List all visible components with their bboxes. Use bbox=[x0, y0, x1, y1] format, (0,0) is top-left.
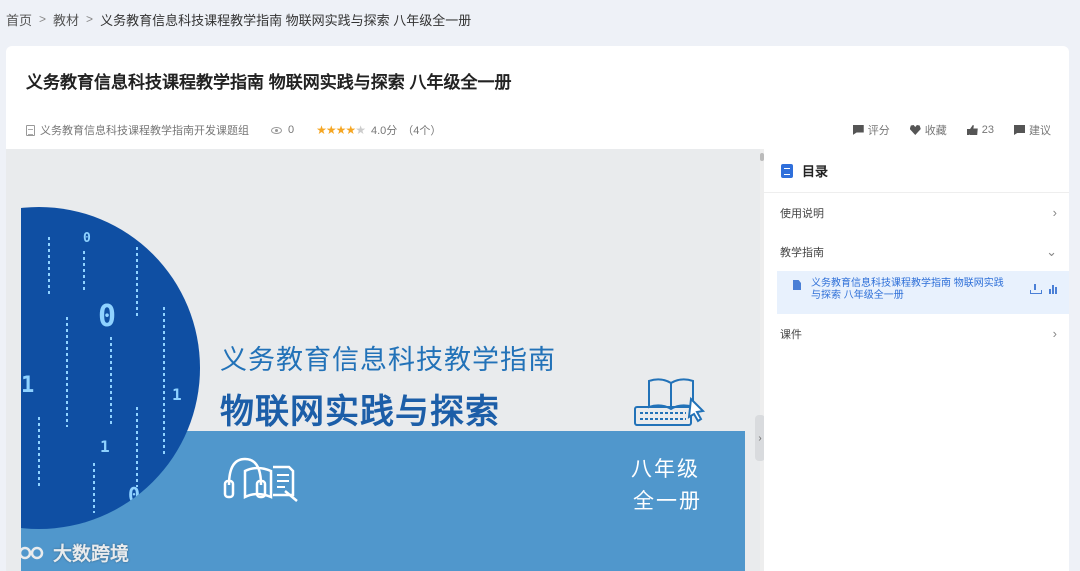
chevron-down-icon: ⌄ bbox=[1046, 243, 1057, 259]
toc-item-label: 教学指南 bbox=[780, 246, 824, 259]
dotted-line bbox=[93, 463, 95, 513]
download-icon[interactable] bbox=[1030, 284, 1042, 294]
meta-row: 义务教育信息科技课程教学指南开发课题组 0 ★ ★ ★ ★ ★ 4.0分 （4个… bbox=[26, 122, 1051, 138]
cover-grade: 八年级 bbox=[631, 458, 700, 481]
favorite-label: 收藏 bbox=[924, 125, 947, 137]
eye-icon bbox=[271, 126, 282, 134]
toc-item-label: 使用说明 bbox=[780, 207, 824, 220]
dotted-line bbox=[110, 337, 112, 427]
binary-digit: 1 bbox=[100, 437, 110, 456]
dotted-line bbox=[136, 247, 138, 317]
toc-item-courseware[interactable]: 课件 › bbox=[764, 314, 1069, 353]
breadcrumb-current: 义务教育信息科技课程教学指南 物联网实践与探索 八年级全一册 bbox=[100, 12, 472, 28]
book-cover: 0 0 1 1 1 0 1 义务教育信息科技教学指南 物联网实践与探索 八年级 … bbox=[21, 149, 745, 571]
author-doc-icon bbox=[26, 124, 35, 136]
cover-volume: 全一册 bbox=[633, 490, 702, 513]
breadcrumb-section[interactable]: 教材 bbox=[53, 10, 79, 29]
star-icon: ★ bbox=[325, 123, 337, 137]
headset-book-icon bbox=[223, 457, 298, 502]
watermark: 大数跨境 bbox=[9, 539, 129, 566]
chevron-right-icon: › bbox=[1052, 326, 1057, 341]
toc-subitem-label: 义务教育信息科技课程教学指南 物联网实践与探索 八年级全一册 bbox=[811, 278, 1004, 301]
suggest-button[interactable]: 建议 bbox=[1014, 122, 1051, 138]
view-count: 0 bbox=[288, 124, 295, 136]
heart-icon bbox=[909, 125, 921, 135]
document-viewer[interactable]: 0 0 1 1 1 0 1 义务教育信息科技教学指南 物联网实践与探索 八年级 … bbox=[6, 149, 760, 571]
rating-stars: ★ ★ ★ ★ ★ bbox=[316, 123, 366, 137]
star-icon: ★ bbox=[355, 123, 366, 137]
thumbs-up-icon bbox=[966, 125, 978, 135]
like-count: 23 bbox=[981, 124, 994, 136]
star-icon: ★ bbox=[335, 123, 347, 137]
file-icon bbox=[793, 280, 801, 290]
dotted-line bbox=[66, 317, 68, 427]
toc-item-label: 课件 bbox=[780, 328, 802, 341]
toc-item-usage[interactable]: 使用说明 › bbox=[764, 193, 1069, 232]
cover-title-line2: 物联网实践与探索 bbox=[220, 393, 500, 431]
dotted-line bbox=[83, 251, 85, 291]
star-icon: ★ bbox=[316, 123, 327, 137]
dotted-line bbox=[136, 407, 138, 487]
toc-subitem-guide-file[interactable]: 义务教育信息科技课程教学指南 物联网实践与探索 八年级全一册 bbox=[777, 271, 1069, 314]
dotted-line bbox=[163, 307, 165, 457]
breadcrumb-separator: > bbox=[86, 12, 94, 26]
breadcrumb-home[interactable]: 首页 bbox=[6, 10, 32, 29]
dotted-line bbox=[38, 417, 40, 487]
watermark-text: 大数跨境 bbox=[53, 544, 130, 565]
toc-header: 目录 bbox=[764, 149, 1069, 193]
like-button[interactable]: 23 bbox=[966, 124, 994, 136]
rating-score: 4.0分 bbox=[370, 125, 398, 137]
toc-title: 目录 bbox=[802, 164, 829, 179]
stats-icon[interactable] bbox=[1049, 284, 1059, 294]
suggest-label: 建议 bbox=[1029, 125, 1051, 137]
comment-icon bbox=[852, 125, 864, 135]
toc-item-guide[interactable]: 教学指南 ⌄ bbox=[764, 232, 1069, 271]
binary-digit: 0 bbox=[98, 299, 117, 334]
binary-digit: 0 bbox=[128, 483, 141, 507]
book-keyboard-icon bbox=[634, 378, 706, 426]
breadcrumb: 首页 > 教材 > 义务教育信息科技课程教学指南 物联网实践与探索 八年级全一册 bbox=[6, 9, 471, 29]
breadcrumb-separator: > bbox=[39, 12, 47, 26]
binary-digit: 1 bbox=[172, 385, 182, 404]
star-icon: ★ bbox=[345, 123, 356, 137]
content-card: 义务教育信息科技课程教学指南 物联网实践与探索 八年级全一册 义务教育信息科技课… bbox=[6, 46, 1069, 571]
feedback-icon bbox=[1014, 125, 1025, 135]
subitem-tools bbox=[1030, 284, 1059, 294]
binary-digit: 0 bbox=[83, 231, 91, 246]
rate-button[interactable]: 评分 bbox=[852, 122, 890, 138]
cover-title-line1: 义务教育信息科技教学指南 bbox=[220, 345, 556, 375]
dotted-line bbox=[48, 237, 50, 297]
chevron-right-icon: › bbox=[1052, 205, 1057, 220]
actions-bar: 评分 收藏 23 建议 bbox=[833, 122, 1051, 138]
author-name: 义务教育信息科技课程教学指南开发课题组 bbox=[40, 125, 249, 137]
catalog-icon bbox=[781, 163, 793, 178]
watermark-logo-icon bbox=[11, 545, 44, 560]
rating-count: （4个） bbox=[402, 125, 442, 137]
binary-digit: 1 bbox=[184, 265, 197, 289]
rate-label: 评分 bbox=[867, 125, 890, 137]
page-title: 义务教育信息科技课程教学指南 物联网实践与探索 八年级全一册 bbox=[26, 73, 512, 92]
toc-panel: 目录 使用说明 › 教学指南 ⌄ 义务教育信息科技课程教学指南 物联网实践与探索… bbox=[764, 149, 1069, 571]
favorite-button[interactable]: 收藏 bbox=[909, 122, 947, 138]
binary-digit: 1 bbox=[21, 373, 35, 398]
